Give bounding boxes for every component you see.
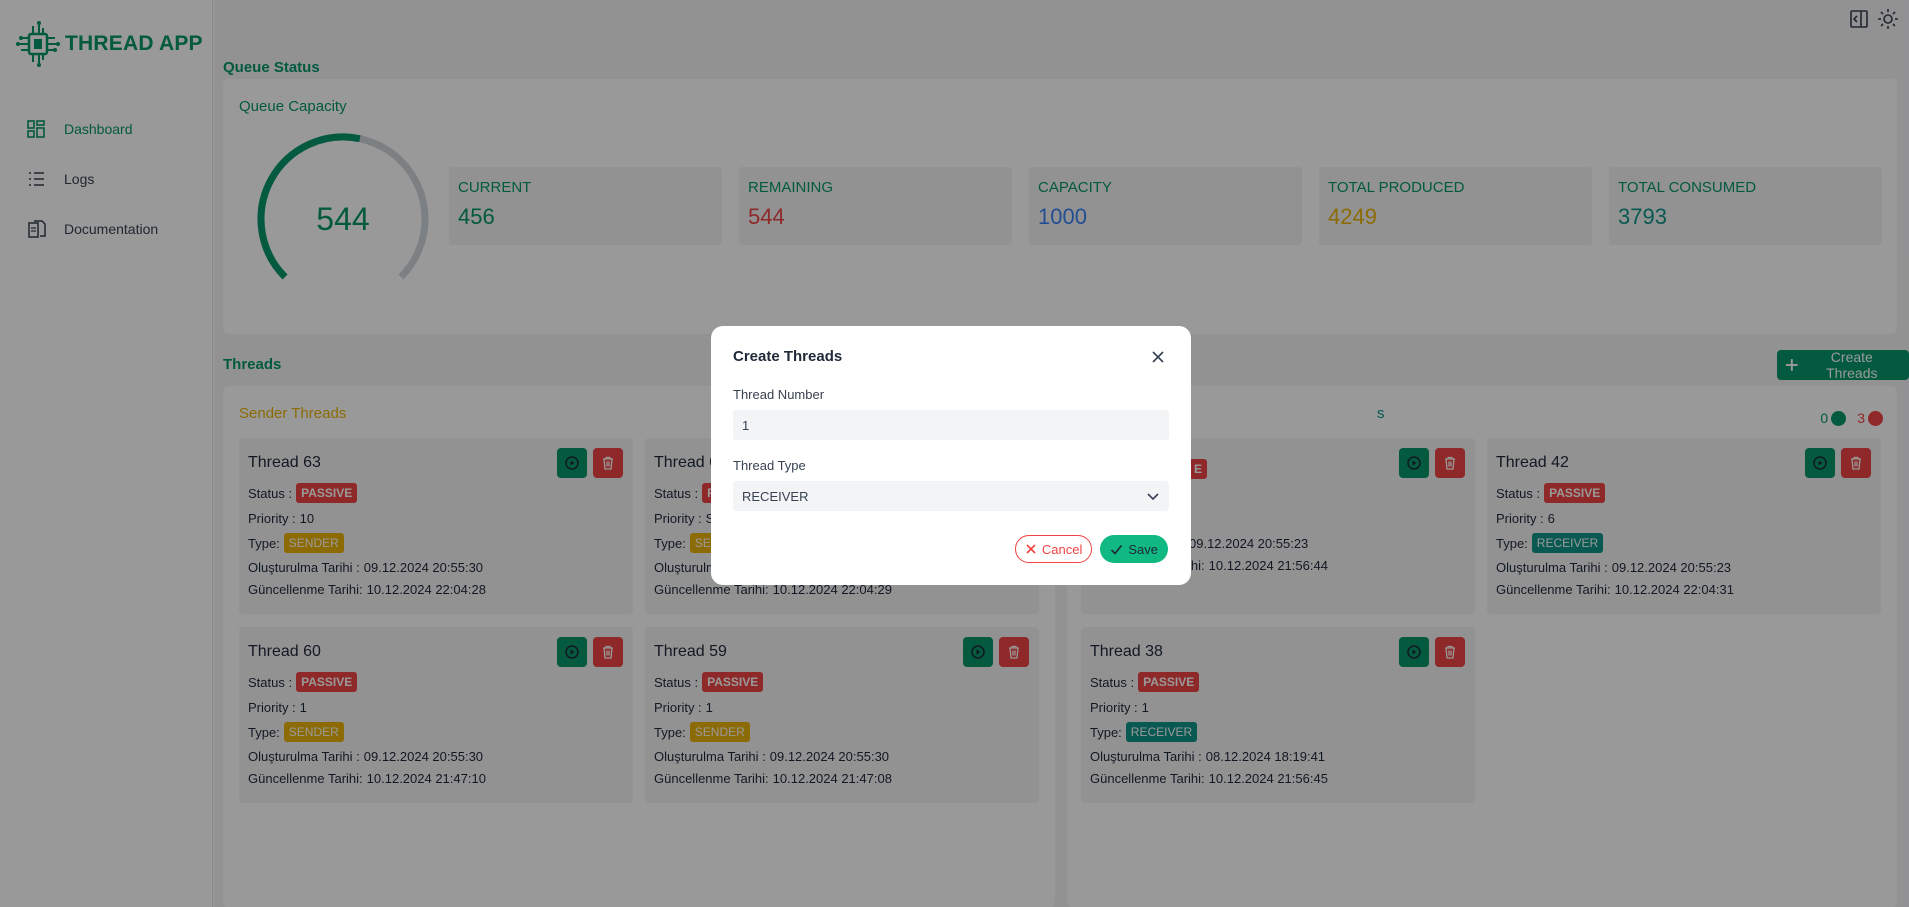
thread-number-label: Thread Number — [733, 387, 825, 402]
thread-type-label: Thread Type — [733, 458, 806, 473]
thread-type-select[interactable]: RECEIVER — [733, 481, 1169, 511]
thread-number-input[interactable]: 1 — [733, 410, 1169, 440]
save-button[interactable]: Save — [1100, 535, 1168, 563]
cancel-button[interactable]: Cancel — [1014, 535, 1093, 563]
dialog-title: Create Threads — [733, 348, 843, 365]
thread-number-value: 1 — [742, 417, 750, 433]
create-threads-dialog: Create Threads Thread Number 1 Thread Ty… — [711, 326, 1191, 585]
chevron-down-icon — [1147, 493, 1159, 501]
dialog-actions: Cancel Save — [1014, 535, 1168, 563]
thread-type-value: RECEIVER — [742, 488, 809, 504]
x-icon — [1026, 544, 1036, 554]
cancel-label: Cancel — [1041, 541, 1083, 557]
check-icon — [1111, 544, 1123, 555]
close-icon[interactable] — [1149, 348, 1167, 366]
save-label: Save — [1128, 541, 1158, 557]
